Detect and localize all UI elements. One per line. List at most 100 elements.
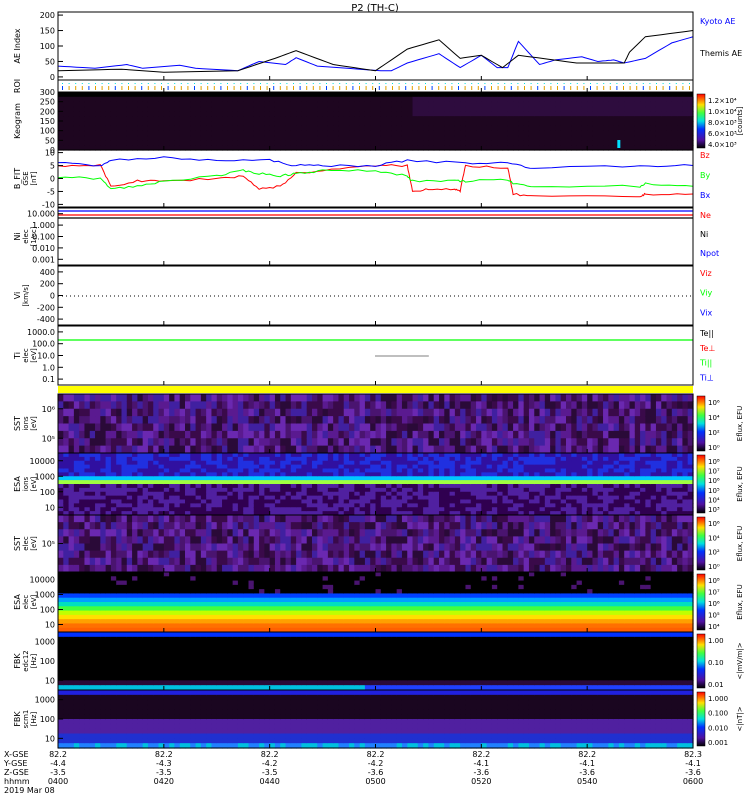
sst_e-cell (126, 515, 133, 523)
keogram-cell (73, 125, 80, 132)
keogram-cell (100, 135, 107, 141)
keogram-cell (571, 140, 578, 146)
sst_e-cell (248, 543, 255, 552)
sst_i-cell (618, 445, 625, 454)
keogram-cell (544, 111, 551, 117)
sst_i-cell (491, 416, 498, 425)
esa_i-cell (370, 456, 377, 462)
keogram-cell (216, 125, 223, 132)
keogram-cell (576, 101, 583, 108)
sst_e-cell (333, 522, 340, 530)
esa_i-cell (354, 456, 361, 462)
esa_i-cell (312, 507, 318, 512)
keogram-cell (550, 125, 557, 132)
sst_i-cell (116, 416, 123, 425)
keogram-cell (386, 106, 392, 112)
esa_i-cell (518, 453, 525, 458)
keogram-cell (89, 116, 96, 122)
sst_i-cell (682, 401, 689, 410)
esa_i-cell (264, 456, 271, 462)
esa_i-cell (391, 495, 398, 501)
esa_i-cell (666, 460, 673, 466)
esa_i-cell (597, 499, 604, 504)
esa_i-cell (412, 476, 419, 481)
sst_i-cell (560, 445, 567, 454)
sst_e-cell (243, 543, 250, 552)
sst_i-cell (142, 401, 149, 410)
keogram-cell (190, 130, 197, 137)
esa_i-cell (185, 495, 191, 501)
esa_i-cell (73, 495, 80, 501)
sst_i-cell (306, 416, 313, 425)
sst_e-cell (322, 557, 329, 566)
esa_i-cell (364, 487, 371, 493)
keogram-cell (232, 101, 239, 108)
sst_e-cell (560, 522, 567, 530)
esa_i-cell (227, 491, 234, 497)
sst_e-cell (290, 564, 297, 573)
esa_i-cell (618, 472, 625, 477)
sst_i-cell (126, 401, 133, 410)
esa_i-cell (550, 484, 557, 489)
sst_i-cell (100, 445, 107, 454)
sst_i-cell (386, 430, 392, 439)
sst_i-cell (476, 438, 482, 447)
keogram-cell (460, 121, 467, 127)
keogram-cell (470, 96, 477, 103)
keogram-cell (110, 125, 117, 132)
keogram-cell (100, 121, 107, 127)
sst_i-cell (338, 445, 345, 454)
esa_i-cell (89, 468, 96, 473)
esa_i-cell (566, 460, 572, 466)
sst_e-cell (465, 536, 472, 545)
keogram-cell (555, 111, 562, 117)
sst_i-cell (185, 408, 191, 417)
sst_i-cell (142, 408, 149, 417)
sst_i-cell (317, 401, 324, 410)
esa_i-cell (174, 499, 181, 504)
keogram-cell (354, 130, 361, 137)
sst_i-cell (491, 430, 498, 439)
sst_i-cell (301, 445, 308, 454)
keogram-cell (428, 125, 435, 132)
keogram-cell (449, 130, 456, 137)
esa_i-cell (174, 484, 181, 489)
esa_i-cell (274, 487, 281, 493)
sst_e-cell (491, 522, 498, 530)
esa_i-cell (650, 468, 657, 473)
keogram-cell (396, 130, 403, 137)
keogram-cell (264, 116, 271, 122)
esa_i-cell (100, 468, 107, 473)
esa_i-cell (433, 453, 440, 458)
esa_i-cell (560, 507, 567, 512)
keogram-cell (222, 111, 228, 117)
sst_i-cell (655, 423, 662, 432)
esa_i-cell (359, 476, 366, 481)
keogram-cell (285, 116, 292, 122)
sst_i-cell (89, 394, 96, 402)
esa_i-cell (216, 487, 223, 493)
esa_i-cell (671, 480, 678, 485)
keogram-cell (63, 121, 70, 127)
sst_e-cell (317, 515, 324, 523)
sst_i-cell (454, 416, 461, 425)
keogram-cell (63, 106, 70, 112)
keogram-cell (587, 121, 594, 127)
sst_i-cell (550, 423, 557, 432)
sst_i-cell (211, 423, 218, 432)
sst_i-cell (513, 408, 519, 417)
esa_i-cell (343, 476, 350, 481)
sst_i-cell (116, 445, 123, 454)
sst_i-cell (147, 401, 154, 410)
sst_e-cell (571, 522, 578, 530)
keogram-cell (507, 101, 514, 108)
keogram-cell (206, 125, 213, 132)
keogram-cell (677, 135, 684, 141)
keogram-cell (624, 140, 631, 146)
keogram-cell (677, 130, 684, 137)
esa_i-cell (544, 484, 551, 489)
sst_e-cell (465, 529, 472, 537)
sst_e-cell (190, 529, 197, 537)
keogram-cell (317, 140, 324, 146)
sst_i-cell (343, 401, 350, 410)
